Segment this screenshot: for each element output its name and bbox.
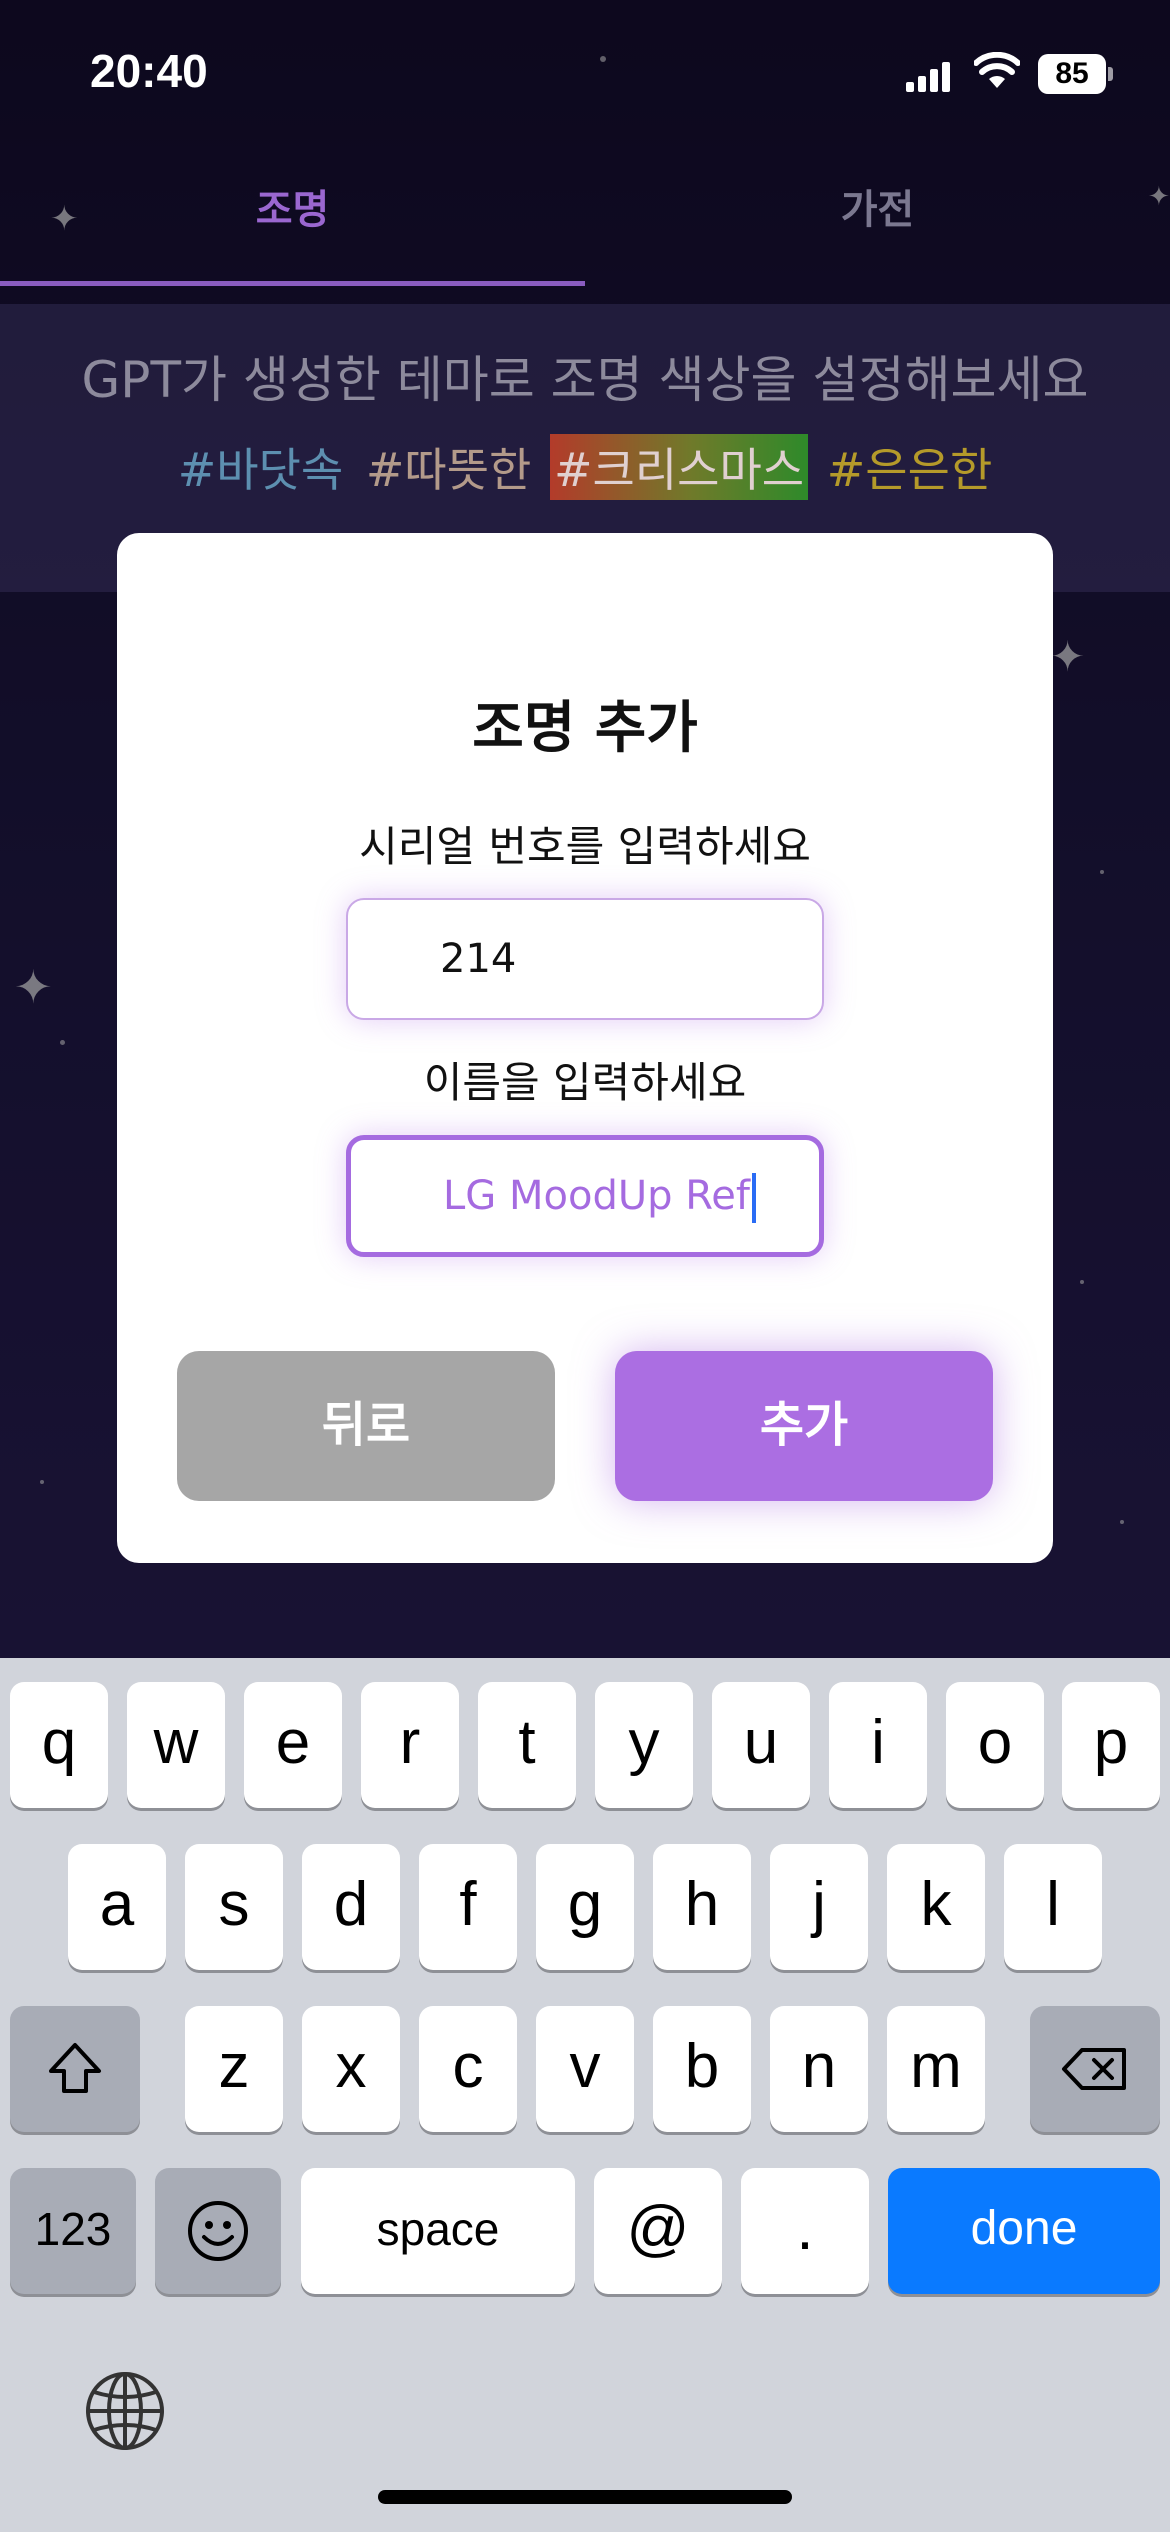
back-button[interactable]: 뒤로 [177, 1351, 555, 1501]
serial-label: 시리얼 번호를 입력하세요 [359, 822, 811, 871]
key-e[interactable]: e [244, 1682, 342, 1808]
key-o[interactable]: o [946, 1682, 1044, 1808]
add-button[interactable]: 추가 [615, 1351, 993, 1501]
key-c[interactable]: c [419, 2006, 517, 2132]
space-key[interactable]: space [301, 2168, 575, 2294]
key-g[interactable]: g [536, 1844, 634, 1970]
key-a[interactable]: a [68, 1844, 166, 1970]
key-l[interactable]: l [1004, 1844, 1102, 1970]
key-d[interactable]: d [302, 1844, 400, 1970]
key-i[interactable]: i [829, 1682, 927, 1808]
dialog-title: 조명 추가 [472, 696, 698, 761]
tab-lighting[interactable]: 조명 [0, 160, 585, 286]
key-x[interactable]: x [302, 2006, 400, 2132]
name-label: 이름을 입력하세요 [423, 1058, 747, 1107]
numbers-key[interactable]: 123 [10, 2168, 136, 2294]
at-key[interactable]: @ [594, 2168, 722, 2294]
battery-level: 85 [1055, 57, 1089, 90]
key-b[interactable]: b [653, 2006, 751, 2132]
delete-key[interactable] [1030, 2006, 1160, 2132]
theme-tag[interactable]: #바닷속 [174, 434, 348, 500]
serial-number-input[interactable]: 214 [346, 898, 824, 1020]
globe-icon[interactable] [84, 2370, 166, 2452]
emoji-icon [188, 2201, 248, 2261]
theme-banner-title: GPT가 생성한 테마로 조명 색상을 설정해보세요 [81, 351, 1089, 409]
emoji-key[interactable] [155, 2168, 281, 2294]
key-j[interactable]: j [770, 1844, 868, 1970]
backspace-icon [1062, 2048, 1126, 2090]
period-key[interactable]: . [741, 2168, 869, 2294]
key-w[interactable]: w [127, 1682, 225, 1808]
key-k[interactable]: k [887, 1844, 985, 1970]
name-input[interactable]: LG MoodUp Ref [346, 1135, 824, 1257]
key-m[interactable]: m [887, 2006, 985, 2132]
tab-bar: 조명 가전 [0, 160, 1170, 286]
serial-number-value: 214 [440, 936, 517, 982]
tab-appliance[interactable]: 가전 [585, 160, 1170, 286]
battery-icon: 85 [1038, 54, 1113, 94]
key-n[interactable]: n [770, 2006, 868, 2132]
key-h[interactable]: h [653, 1844, 751, 1970]
key-f[interactable]: f [419, 1844, 517, 1970]
status-bar: 20:40 85 [0, 0, 1170, 140]
done-key[interactable]: done [888, 2168, 1160, 2294]
shift-icon [49, 2043, 101, 2093]
shift-key[interactable] [10, 2006, 140, 2132]
theme-tag[interactable]: #따뜻한 [362, 434, 536, 500]
key-z[interactable]: z [185, 2006, 283, 2132]
key-r[interactable]: r [361, 1682, 459, 1808]
key-s[interactable]: s [185, 1844, 283, 1970]
status-time: 20:40 [90, 45, 208, 97]
key-y[interactable]: y [595, 1682, 693, 1808]
key-t[interactable]: t [478, 1682, 576, 1808]
name-value: LG MoodUp Ref [443, 1173, 750, 1219]
add-light-dialog: 조명 추가 시리얼 번호를 입력하세요 214 이름을 입력하세요 LG Moo… [117, 533, 1053, 1563]
cellular-signal-icon [906, 60, 950, 92]
text-cursor [751, 1173, 756, 1223]
onscreen-keyboard: q w e r t y u i o p a s d f g h j k l z … [0, 1658, 1170, 2532]
key-p[interactable]: p [1062, 1682, 1160, 1808]
wifi-icon [974, 52, 1020, 88]
theme-tag-selected[interactable]: #크리스마스 [549, 434, 809, 500]
theme-tag[interactable]: #은은한 [823, 434, 997, 500]
theme-tags: #바닷속 #따뜻한 #크리스마스 #은은한 [0, 434, 1170, 500]
key-q[interactable]: q [10, 1682, 108, 1808]
active-tab-indicator [0, 281, 585, 286]
key-v[interactable]: v [536, 2006, 634, 2132]
home-indicator[interactable] [378, 2490, 792, 2504]
key-u[interactable]: u [712, 1682, 810, 1808]
